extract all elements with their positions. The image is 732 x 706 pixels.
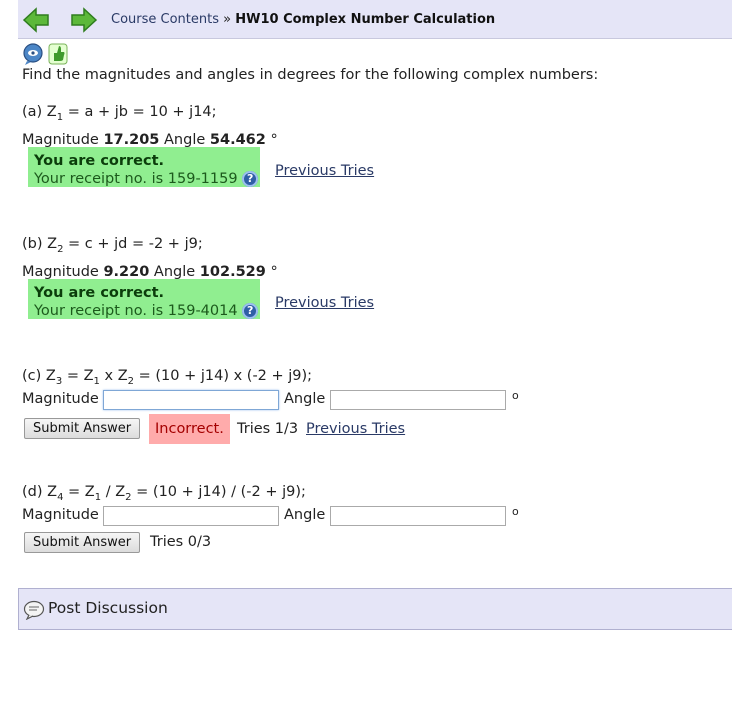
help-icon[interactable]: ? (242, 303, 259, 319)
help-icon[interactable]: ? (242, 171, 259, 187)
correct-message: You are correct. (34, 153, 165, 169)
breadcrumb-course-contents[interactable]: Course Contents (111, 12, 219, 27)
problem-instructions: Find the magnitudes and angles in degree… (22, 67, 599, 83)
incorrect-status: Incorrect. (149, 414, 230, 444)
receipt-number: Your receipt no. is 159-1159 (34, 171, 238, 187)
angle-label: Angle (153, 263, 196, 280)
breadcrumb-separator: » (223, 12, 232, 27)
angle-label: Angle (284, 391, 326, 407)
part-d-expression: (d) Z4 = Z1 / Z2 = (10 + j14) / (-2 + j9… (22, 484, 306, 503)
magnitude-input[interactable] (103, 506, 279, 526)
back-arrow-icon[interactable] (22, 7, 50, 33)
previous-tries-link[interactable]: Previous Tries (275, 295, 374, 311)
previous-tries-link[interactable]: Previous Tries (275, 163, 374, 179)
angle-value: 54.462 (209, 131, 266, 148)
magnitude-value: 17.205 (103, 131, 160, 148)
angle-input[interactable] (330, 390, 506, 410)
feedback-icon[interactable] (22, 42, 44, 66)
angle-label: Angle (164, 131, 206, 148)
submit-answer-button[interactable]: Submit Answer (24, 532, 141, 553)
tries-count: Tries 0/3 (150, 534, 212, 550)
tries-count: Tries 1/3 (237, 421, 299, 437)
post-discussion-label[interactable]: Post Discussion (48, 599, 168, 617)
part-b: (b) Z2 = c + jd = -2 + j9; Magnitude 9.2… (22, 233, 374, 319)
breadcrumb: Course Contents » HW10 Complex Number Ca… (111, 12, 495, 27)
evaluate-icon[interactable] (47, 42, 69, 66)
angle-value: 102.529 (199, 263, 266, 280)
part-c: (c) Z3 = Z1 x Z2 = (10 + j14) x (-2 + j9… (22, 365, 722, 455)
part-a: (a) Z1 = a + jb = 10 + j14; Magnitude 17… (22, 101, 374, 187)
angle-label: Angle (284, 507, 326, 523)
angle-input[interactable] (330, 506, 506, 526)
degree-symbol: ° (270, 131, 278, 148)
magnitude-label: Magnitude (22, 131, 99, 148)
correct-feedback: You are correct. Your receipt no. is 159… (28, 279, 260, 319)
post-discussion-bar[interactable]: Post Discussion (18, 588, 732, 630)
submit-answer-button[interactable]: Submit Answer (24, 418, 141, 439)
magnitude-label: Magnitude (22, 263, 99, 280)
part-d: (d) Z4 = Z1 / Z2 = (10 + j14) / (-2 + j9… (22, 481, 722, 561)
top-navigation-bar: Course Contents » HW10 Complex Number Ca… (18, 0, 732, 39)
correct-feedback: You are correct. Your receipt no. is 159… (28, 147, 260, 187)
part-c-expression: (c) Z3 = Z1 x Z2 = (10 + j14) x (-2 + j9… (22, 368, 313, 387)
previous-tries-link[interactable]: Previous Tries (306, 421, 405, 437)
receipt-number: Your receipt no. is 159-4014 (34, 303, 238, 319)
correct-message: You are correct. (34, 285, 165, 301)
magnitude-value: 9.220 (103, 263, 150, 280)
part-b-expression: (b) Z2 = c + jd = -2 + j9; (22, 236, 203, 255)
forward-arrow-icon[interactable] (70, 7, 98, 33)
degree-symbol: ° (270, 263, 278, 280)
page-title: HW10 Complex Number Calculation (235, 12, 496, 27)
magnitude-label: Magnitude (22, 391, 99, 407)
magnitude-input[interactable] (103, 390, 279, 410)
magnitude-label: Magnitude (22, 507, 99, 523)
discussion-icon (23, 600, 45, 620)
degree-symbol: o (512, 389, 519, 402)
part-a-expression: (a) Z1 = a + jb = 10 + j14; (22, 104, 217, 123)
degree-symbol: o (512, 505, 519, 518)
